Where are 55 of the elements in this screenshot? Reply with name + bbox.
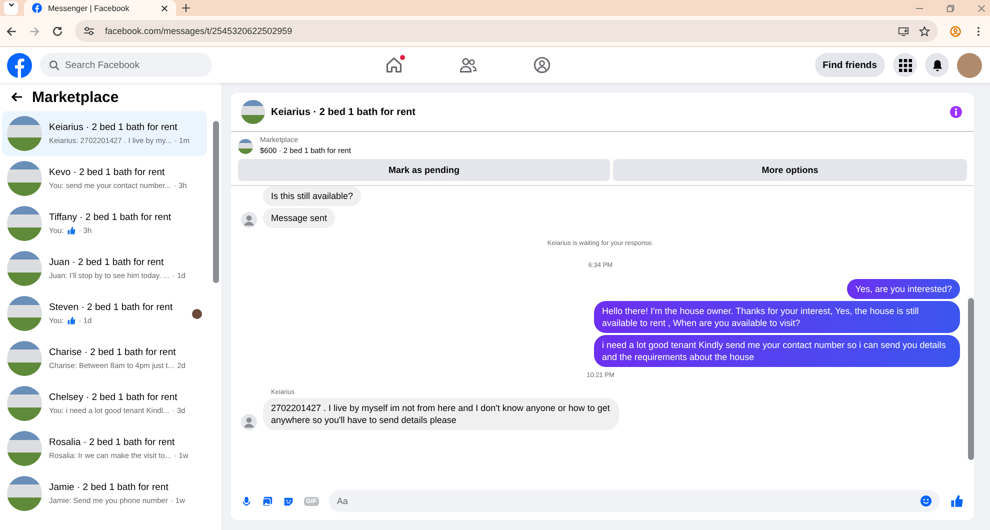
notifications-button[interactable]	[925, 53, 949, 77]
photo-placeholder	[7, 251, 42, 286]
message-bubble: Is this still available?	[263, 186, 362, 206]
message-bubble: Message sent	[263, 208, 336, 228]
photo-placeholder	[7, 116, 42, 151]
action-button[interactable]: Mark as pending	[238, 159, 610, 181]
friends-icon[interactable]	[459, 56, 478, 74]
facebook-logo-icon[interactable]	[7, 52, 32, 78]
search-field[interactable]: Search Facebook	[40, 53, 212, 77]
install-icon[interactable]	[898, 26, 909, 36]
info-icon[interactable]	[950, 106, 962, 118]
sticker-icon[interactable]	[283, 496, 294, 506]
photo-placeholder	[7, 386, 42, 421]
emoji-icon[interactable]	[920, 495, 932, 507]
groups-icon[interactable]	[533, 56, 552, 74]
facebook-icon	[32, 3, 42, 13]
chevron-down-icon	[8, 1, 14, 8]
thumbs-up-icon[interactable]	[950, 494, 964, 508]
message-bubble: Yes, are you interested?	[847, 279, 960, 299]
message-bubble: i need a lot good tenant Kindly send me your contact number so i can send you details and the requirements about the house	[594, 335, 960, 367]
photo-placeholder	[238, 138, 253, 154]
new-tab-icon[interactable]	[182, 4, 190, 12]
photo-placeholder	[7, 341, 42, 376]
back-arrow-icon[interactable]	[11, 92, 23, 102]
search-icon	[49, 60, 60, 71]
microphone-icon[interactable]	[241, 496, 252, 506]
menu-button[interactable]	[893, 53, 917, 77]
address-bar[interactable]: facebook.com/messages/t/2545320622502959	[75, 20, 938, 42]
browser-tab[interactable]: Messenger | Facebook	[24, 0, 176, 16]
grid-icon	[898, 58, 912, 72]
close-icon[interactable]	[161, 4, 168, 12]
find-friends-button[interactable]: Find friends	[814, 53, 885, 77]
back-icon[interactable]	[6, 26, 17, 36]
photo-icon[interactable]	[262, 496, 273, 506]
photo-placeholder	[7, 161, 42, 196]
chat-title: Keiarius · 2 bed 1 bath for rent	[271, 106, 416, 118]
photo-placeholder	[241, 100, 265, 124]
action-button[interactable]: More options	[613, 159, 967, 181]
site-settings-icon[interactable]	[83, 26, 95, 36]
star-icon[interactable]	[919, 26, 930, 36]
message-bubble: 2702201427 . I live by myself im not from here and I don't know anyone or how to get anywhere so you'll have to send details please	[263, 398, 619, 430]
bell-icon	[930, 58, 944, 72]
tab-search-button[interactable]	[4, 1, 18, 15]
profile-icon[interactable]	[950, 26, 961, 36]
home-icon[interactable]	[385, 56, 404, 74]
photo-placeholder	[7, 476, 42, 511]
reload-icon[interactable]	[52, 26, 63, 36]
photo-placeholder	[7, 431, 42, 466]
sidebar-title: Marketplace	[32, 88, 119, 106]
photo-placeholder	[7, 206, 42, 241]
message-bubble: Hello there! I'm the house owner. Thanks for your interest, Yes, the house is still available to rent , When are you available to visit?	[594, 301, 960, 333]
message-input[interactable]: Aa	[328, 490, 940, 512]
avatar[interactable]	[957, 52, 982, 78]
photo-placeholder	[7, 296, 42, 331]
restore-icon[interactable]	[946, 4, 955, 12]
